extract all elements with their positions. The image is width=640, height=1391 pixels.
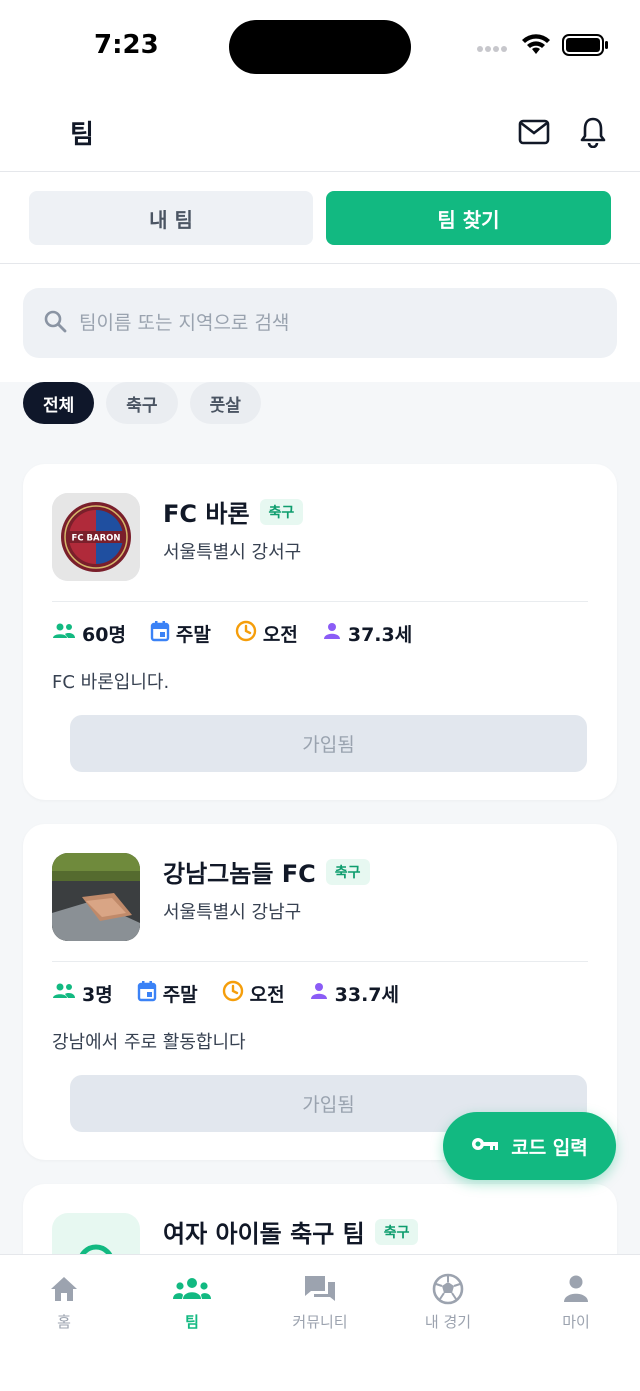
team-logo: FC BARON <box>52 493 140 581</box>
bell-icon[interactable] <box>575 114 611 150</box>
team-name: 강남그놈들 FC <box>163 860 316 888</box>
tab-my-label: 마이 <box>562 1313 590 1331</box>
tab-community[interactable]: 커뮤니티 <box>256 1273 384 1332</box>
filter-chip-soccer[interactable]: 축구 <box>106 382 178 424</box>
sport-badge: 축구 <box>259 498 304 525</box>
search-input[interactable] <box>79 312 559 334</box>
search-icon <box>43 309 67 337</box>
team-name: 여자 아이돌 축구 팀 <box>163 1220 365 1248</box>
team-card[interactable]: FC BARON FC 바론 축구 서울특별시 강서구 60명 주말 오전 37… <box>23 464 617 800</box>
stat-age: 37.3세 <box>322 620 412 647</box>
page-title: 팀 <box>70 120 94 150</box>
person-icon <box>562 1273 590 1305</box>
mail-icon[interactable] <box>516 114 552 150</box>
team-card[interactable]: 강남그놈들 FC 축구 서울특별시 강남구 3명 주말 오전 33.7세 강남에… <box>23 824 617 1160</box>
search-section <box>0 264 640 382</box>
team-logo-text: FC BARON <box>72 534 121 544</box>
team-description: 강남에서 주로 활동합니다 <box>52 1032 246 1053</box>
key-icon <box>471 1135 499 1157</box>
stat-members: 3명 <box>52 980 113 1007</box>
tab-find-teams[interactable]: 팀 찾기 <box>326 191 611 245</box>
signal-icon <box>476 38 510 57</box>
person-icon <box>309 981 329 1006</box>
chat-icon <box>303 1273 337 1305</box>
person-icon <box>322 621 342 646</box>
calendar-icon <box>150 620 170 647</box>
tab-community-label: 커뮤니티 <box>292 1313 348 1331</box>
card-divider <box>52 961 588 962</box>
tab-my-matches[interactable]: 내 경기 <box>384 1273 512 1332</box>
stat-days: 주말 <box>137 980 198 1007</box>
team-name-row: 강남그놈들 FC 축구 <box>163 854 370 889</box>
team-name-row: 여자 아이돌 축구 팀 축구 <box>163 1214 419 1249</box>
enter-code-button[interactable]: 코드 입력 <box>443 1112 616 1180</box>
sport-badge: 축구 <box>325 858 370 885</box>
team-card[interactable]: 여자 아이돌 축구 팀 축구 <box>23 1184 617 1254</box>
enter-code-label: 코드 입력 <box>511 1136 588 1159</box>
stat-age: 33.7세 <box>309 980 399 1007</box>
stat-time: 오전 <box>222 980 285 1007</box>
stat-time-value: 오전 <box>249 984 285 1006</box>
card-divider <box>52 601 588 602</box>
wifi-icon <box>522 34 550 60</box>
clock-icon <box>222 980 244 1007</box>
team-photo <box>52 853 140 941</box>
team-icon <box>173 1273 211 1305</box>
team-stats: 60명 주말 오전 37.3세 <box>52 620 412 647</box>
soccer-ball-icon <box>432 1273 464 1305</box>
stat-members: 60명 <box>52 620 126 647</box>
calendar-icon <box>137 980 157 1007</box>
team-stats: 3명 주말 오전 33.7세 <box>52 980 399 1007</box>
tab-home[interactable]: 홈 <box>0 1273 128 1332</box>
status-time: 7:23 <box>94 30 159 60</box>
stat-days: 주말 <box>150 620 211 647</box>
home-icon <box>49 1273 79 1305</box>
bottom-tab-bar: 홈 팀 커뮤니티 내 경기 마이 <box>0 1254 640 1391</box>
battery-icon <box>562 34 610 60</box>
app-header: 팀 <box>0 96 640 172</box>
tab-my-matches-label: 내 경기 <box>424 1313 472 1331</box>
team-logo <box>52 1213 140 1254</box>
status-icons <box>476 34 610 60</box>
tab-my-teams[interactable]: 내 팀 <box>29 191 313 245</box>
stat-members-value: 60명 <box>82 624 126 646</box>
stat-time: 오전 <box>235 620 298 647</box>
search-box[interactable] <box>23 288 617 358</box>
team-location: 서울특별시 강서구 <box>163 542 302 563</box>
tab-home-label: 홈 <box>57 1313 71 1331</box>
team-location: 서울특별시 강남구 <box>163 902 302 923</box>
team-name-row: FC 바론 축구 <box>163 494 304 529</box>
filter-chips: 전체 축구 풋살 <box>23 382 261 424</box>
team-name: FC 바론 <box>163 500 250 528</box>
stat-age-value: 37.3세 <box>347 624 413 646</box>
team-description: FC 바론입니다. <box>52 672 170 693</box>
tab-my[interactable]: 마이 <box>512 1273 640 1332</box>
people-icon <box>52 982 76 1005</box>
people-icon <box>52 622 76 645</box>
status-bar: 7:23 <box>0 0 640 96</box>
filter-chip-futsal[interactable]: 풋살 <box>189 382 261 424</box>
stat-days-value: 주말 <box>175 624 211 646</box>
dynamic-island <box>229 20 411 74</box>
segmented-control: 내 팀 팀 찾기 <box>0 172 640 264</box>
filter-chip-all[interactable]: 전체 <box>23 382 95 424</box>
stat-time-value: 오전 <box>262 624 298 646</box>
joined-button[interactable]: 가입됨 <box>70 715 587 772</box>
tab-team-label: 팀 <box>185 1313 199 1331</box>
tab-team[interactable]: 팀 <box>128 1273 256 1332</box>
stat-age-value: 33.7세 <box>334 984 399 1006</box>
stat-members-value: 3명 <box>82 984 113 1006</box>
clock-icon <box>235 620 257 647</box>
stat-days-value: 주말 <box>162 984 198 1006</box>
sport-badge: 축구 <box>374 1218 419 1245</box>
